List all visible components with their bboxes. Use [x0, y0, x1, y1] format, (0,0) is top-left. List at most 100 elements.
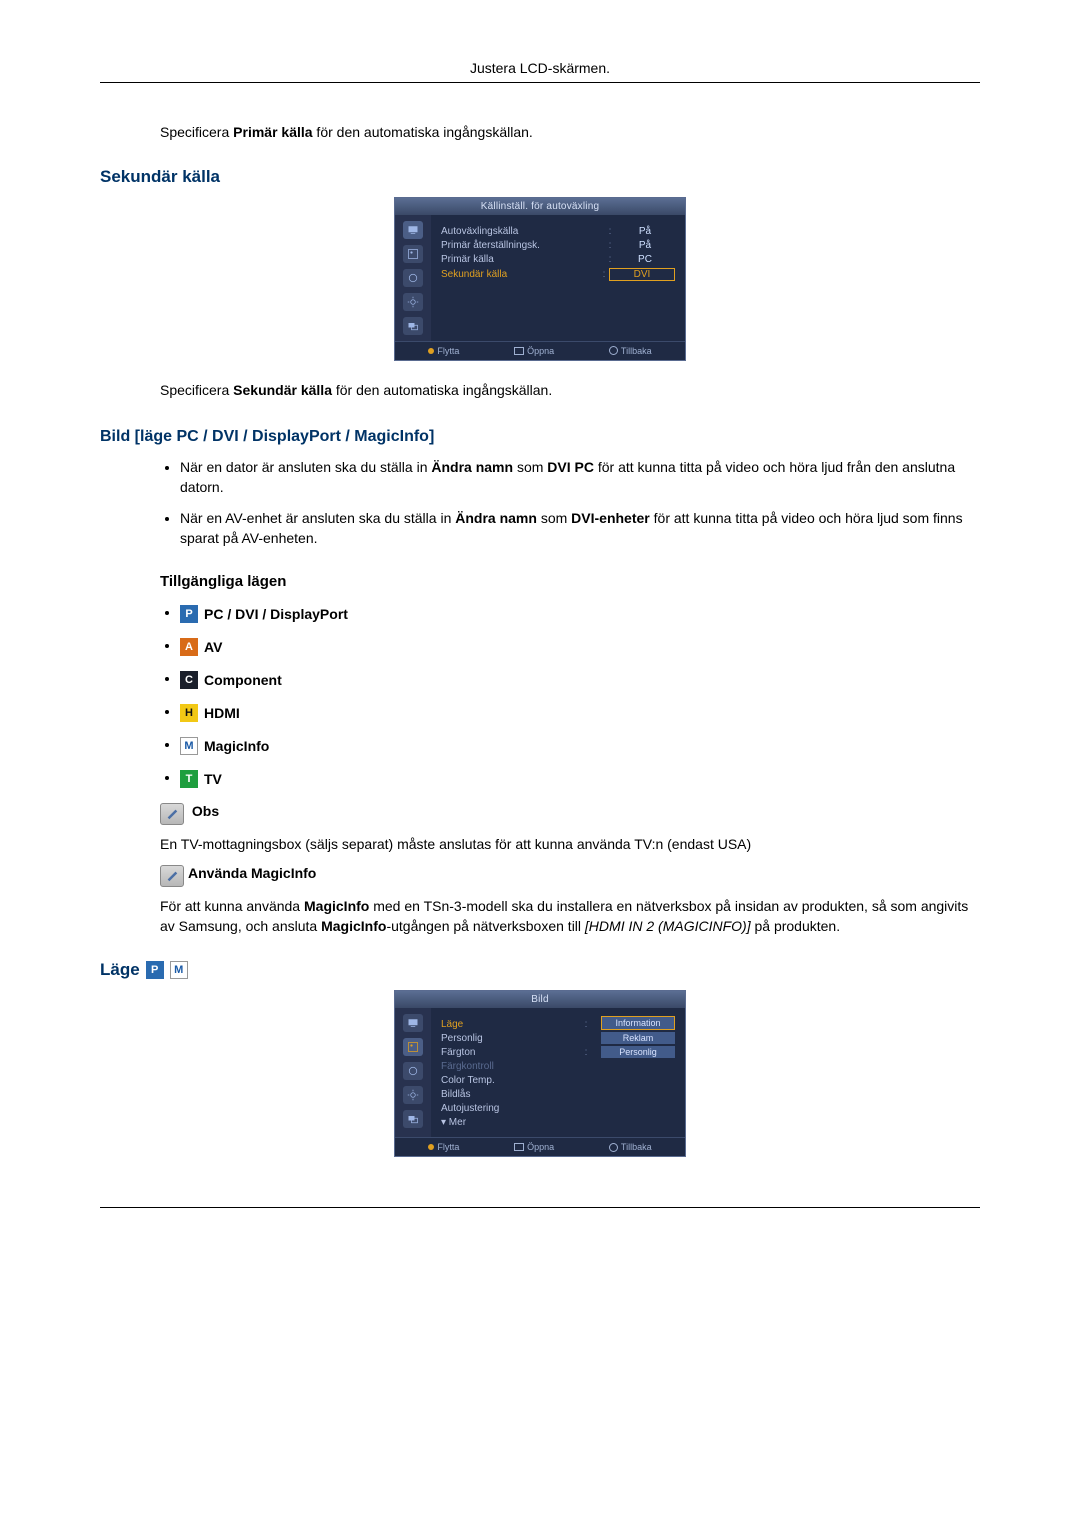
badge-t-icon: T [180, 770, 198, 788]
mode-item: P PC / DVI / DisplayPort [180, 604, 980, 623]
mode-item: H HDMI [180, 703, 980, 722]
badge-p-icon: P [180, 605, 198, 623]
text: -utgången på nätverksboxen till [386, 918, 584, 934]
mode-label: TV [204, 771, 222, 787]
mode-label: PC / DVI / DisplayPort [204, 606, 348, 622]
open-icon [514, 347, 524, 355]
osd-label: Färgton [441, 1047, 581, 1058]
magicinfo-text: För att kunna använda MagicInfo med en T… [160, 897, 980, 936]
osd-title: Källinställ. för autoväxling [395, 198, 685, 215]
osd-sidebar [395, 215, 431, 341]
osd-value: PC [615, 254, 675, 265]
heading-sekundar: Sekundär källa [100, 167, 980, 187]
page-header: Justera LCD-skärmen. [100, 60, 980, 83]
text-bold: Ändra namn [455, 510, 537, 526]
mode-item: C Component [180, 670, 980, 689]
text-bold: Sekundär källa [233, 382, 332, 398]
heading-lage: Läge P M [100, 960, 980, 980]
picture-icon [403, 245, 423, 263]
picture-icon [403, 1038, 423, 1056]
lage-label: Läge [100, 960, 140, 980]
text: När en AV-enhet är ansluten ska du ställ… [180, 510, 455, 526]
osd-label: ▾ Mer [441, 1117, 591, 1128]
badge-a-icon: A [180, 638, 198, 656]
osd-label: Personlig [441, 1033, 591, 1044]
mode-item: A AV [180, 637, 980, 656]
osd-footer: Flytta Öppna Tillbaka [395, 1137, 685, 1156]
note-icon [160, 803, 184, 825]
osd-option: Personlig [601, 1046, 675, 1058]
text-bold: Primär källa [233, 124, 312, 140]
osd-label: Sekundär källa [441, 269, 599, 280]
text: på produkten. [751, 918, 841, 934]
badge-c-icon: C [180, 671, 198, 689]
osd-value-selected: DVI [609, 268, 675, 281]
mode-item: M MagicInfo [180, 736, 980, 755]
osd-footer: Flytta Öppna Tillbaka [395, 341, 685, 360]
multi-icon [403, 1110, 423, 1128]
primary-desc: Specificera Primär källa för den automat… [160, 123, 980, 143]
osd-option: Reklam [601, 1032, 675, 1044]
osd-main: Autoväxlingskälla:På Primär återställnin… [431, 215, 685, 341]
page-footer-rule [100, 1207, 980, 1208]
badge-m-icon: M [180, 737, 198, 755]
badge-p-icon: P [146, 961, 164, 979]
text-bold: DVI PC [547, 459, 594, 475]
text: Specificera [160, 124, 233, 140]
move-icon [428, 348, 434, 354]
mode-label: MagicInfo [204, 738, 269, 754]
note-icon [160, 865, 184, 887]
use-magicinfo-heading: Använda MagicInfo [160, 864, 980, 887]
input-icon [403, 1014, 423, 1032]
text: För att kunna använda [160, 898, 304, 914]
osd-title: Bild [395, 991, 685, 1008]
back-icon [609, 1143, 618, 1152]
obs-heading: Obs [160, 802, 980, 825]
osd-bild: Bild Läge: Personlig Färgton: Färgkontro… [394, 990, 686, 1157]
gear-icon [403, 293, 423, 311]
osd-label: Autojustering [441, 1103, 591, 1114]
move-icon [428, 1144, 434, 1150]
osd-label: Bildlås [441, 1089, 591, 1100]
osd-label: Color Temp. [441, 1075, 591, 1086]
footer-back: Tillbaka [621, 1142, 652, 1152]
osd-label: Primär källa [441, 254, 605, 265]
input-icon [403, 221, 423, 239]
text-bold: Ändra namn [431, 459, 513, 475]
footer-open: Öppna [527, 346, 554, 356]
osd-main: Läge: Personlig Färgton: Färgkontroll Co… [431, 1008, 685, 1137]
text: för den automatiska ingångskällan. [332, 382, 552, 398]
osd-value: På [615, 226, 675, 237]
gear-icon [403, 1086, 423, 1104]
mode-label: Component [204, 672, 282, 688]
mode-label: AV [204, 639, 222, 655]
osd-option-selected: Information [601, 1016, 675, 1030]
footer-move: Flytta [437, 1142, 459, 1152]
secondary-desc: Specificera Sekundär källa för den autom… [160, 381, 980, 401]
osd-autoswitch: Källinställ. för autoväxling Autoväxling… [394, 197, 686, 361]
obs-text: En TV-mottagningsbox (säljs separat) mås… [160, 835, 980, 855]
osd-label: Autoväxlingskälla [441, 226, 605, 237]
osd-sidebar [395, 1008, 431, 1137]
heading-modes: Tillgängliga lägen [160, 573, 980, 590]
text: När en dator är ansluten ska du ställa i… [180, 459, 431, 475]
text-bold: DVI-enheter [571, 510, 650, 526]
osd-label: Läge [441, 1019, 581, 1030]
mode-item: T TV [180, 769, 980, 788]
text: Specificera [160, 382, 233, 398]
text-bold: MagicInfo [304, 898, 369, 914]
badge-m-icon: M [170, 961, 188, 979]
osd-label-disabled: Färgkontroll [441, 1061, 591, 1072]
back-icon [609, 346, 618, 355]
open-icon [514, 1143, 524, 1151]
text: för den automatiska ingångskällan. [313, 124, 533, 140]
list-item: När en dator är ansluten ska du ställa i… [180, 458, 980, 497]
use-mi-label: Använda MagicInfo [188, 865, 316, 881]
sound-icon [403, 1062, 423, 1080]
text-bold: MagicInfo [321, 918, 386, 934]
footer-move: Flytta [437, 346, 459, 356]
sound-icon [403, 269, 423, 287]
osd-label: Primär återställningsk. [441, 240, 605, 251]
footer-back: Tillbaka [621, 346, 652, 356]
list-item: När en AV-enhet är ansluten ska du ställ… [180, 509, 980, 548]
